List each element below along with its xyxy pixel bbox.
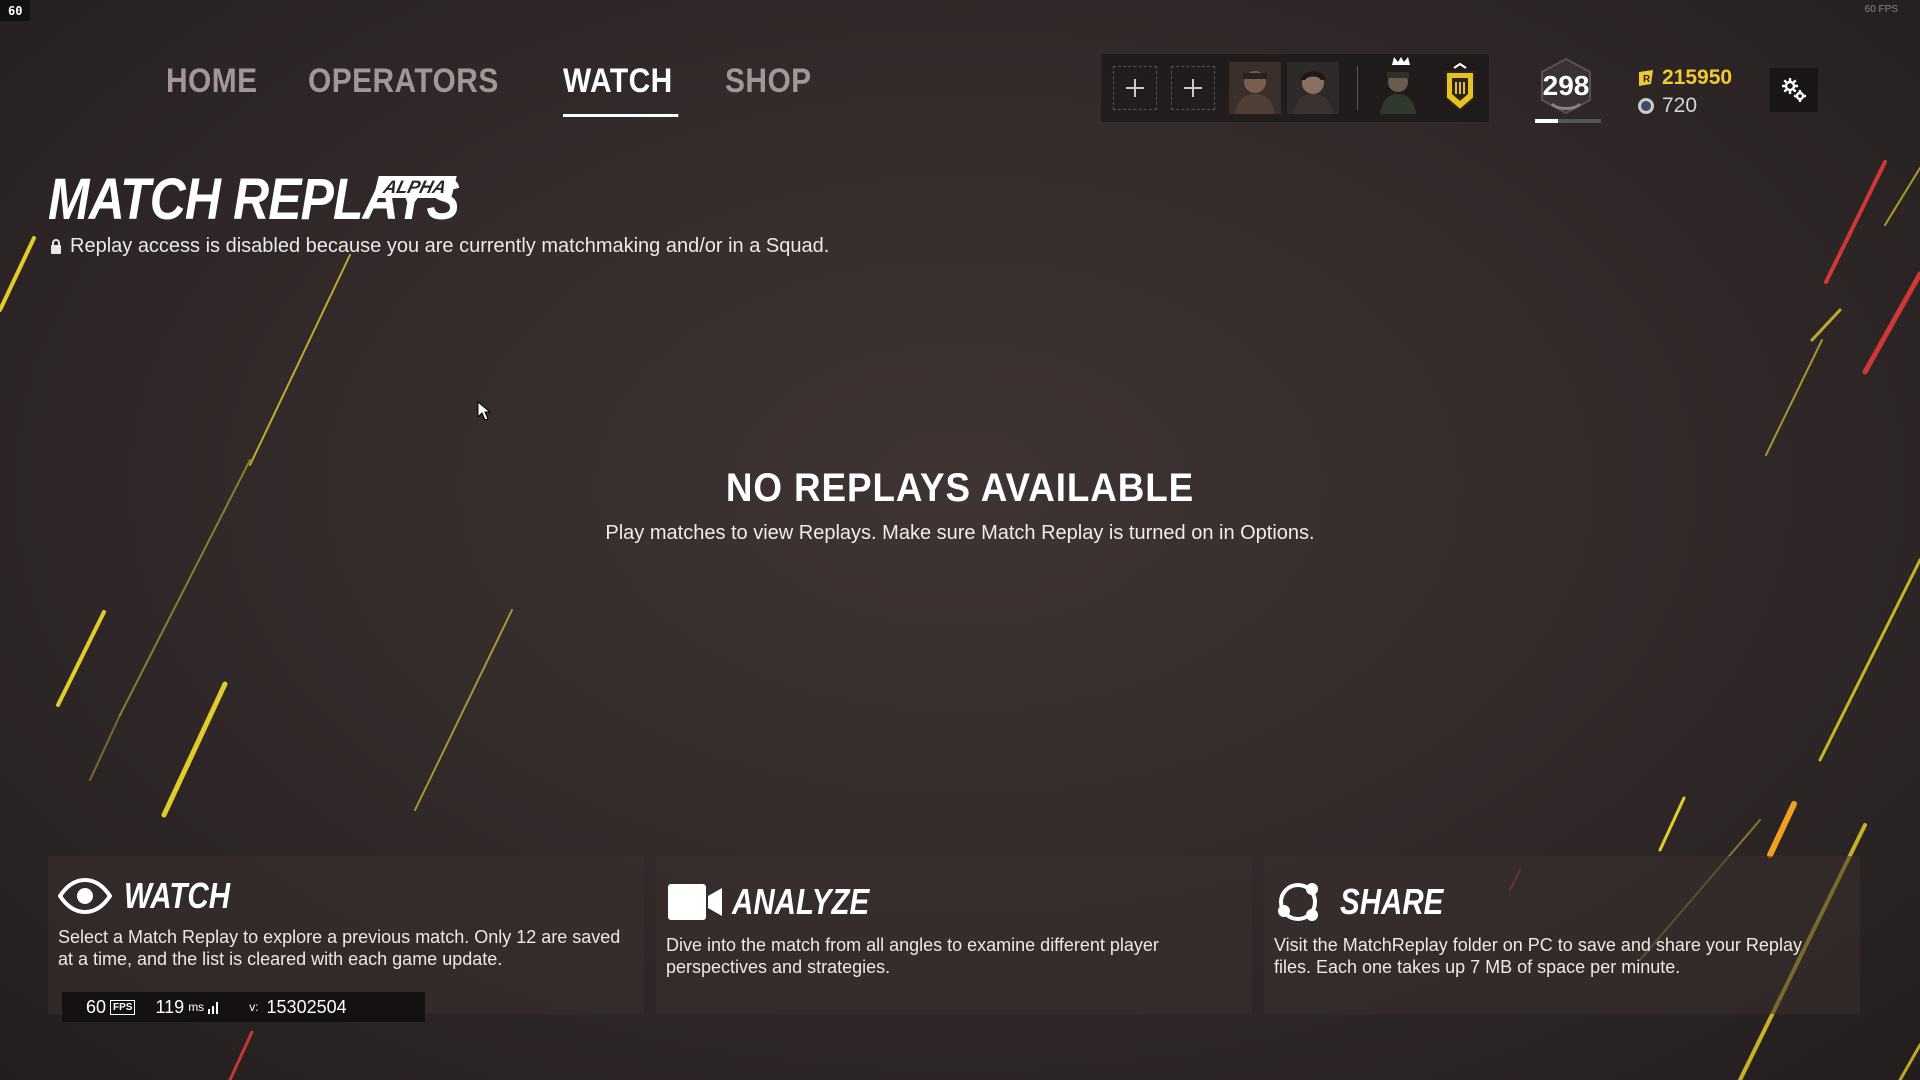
card-header: ANALYZE [666, 880, 1240, 924]
main-nav: HOME OPERATORS WATCH SHOP [166, 62, 862, 117]
squad-bar [1100, 53, 1490, 123]
nav-watch[interactable]: WATCH [562, 62, 678, 117]
perf-fps-value: 60 [86, 996, 107, 1017]
r6-credits-icon [1636, 96, 1656, 116]
performance-overlay: 60 FPS 119 ms v: 15302504 [62, 992, 425, 1022]
party-leader-crown-icon [1392, 57, 1410, 65]
feature-card-watch: WATCH Select a Match Replay to explore a… [48, 856, 644, 1014]
rank-shield-icon [1445, 62, 1475, 112]
rank-badge[interactable] [1440, 62, 1480, 114]
operator-portrait[interactable] [1287, 62, 1339, 114]
card-title: SHARE [1340, 881, 1444, 922]
card-description: Visit the MatchReplay folder on PC to sa… [1274, 935, 1802, 977]
card-header: WATCH [58, 874, 632, 918]
signal-bars-icon [208, 1002, 219, 1014]
empty-state-subtitle: Play matches to view Replays. Make sure … [605, 522, 1315, 544]
mouse-cursor-icon [477, 401, 491, 421]
invite-slot-2[interactable] [1171, 66, 1215, 110]
operator-portrait[interactable] [1229, 62, 1281, 114]
perf-fps-label: FPS [110, 999, 136, 1015]
eye-icon [58, 874, 116, 918]
player-portrait[interactable] [1372, 62, 1424, 114]
feature-cards: WATCH Select a Match Replay to explore a… [48, 856, 1860, 1014]
invite-slot-1[interactable] [1113, 66, 1157, 110]
player-level-badge[interactable]: 298 [1536, 56, 1596, 116]
card-description: Dive into the match from all angles to e… [666, 935, 1159, 977]
alpha-badge: ALPHA [373, 176, 457, 198]
nav-operators[interactable]: OPERATORS [308, 62, 499, 111]
replay-disabled-notice: Replay access is disabled because you ar… [50, 235, 829, 258]
level-progress-bar [1535, 119, 1601, 123]
fps-tiny-label: 60 FPS [1864, 4, 1898, 15]
plus-icon [1184, 79, 1202, 97]
perf-version-label: v: [249, 1000, 259, 1014]
fps-counter: 60 [0, 0, 31, 21]
settings-button[interactable] [1770, 68, 1818, 112]
feature-card-analyze: ANALYZE Dive into the match from all ang… [656, 856, 1252, 1014]
lock-icon [50, 239, 62, 254]
nav-home[interactable]: HOME [166, 62, 258, 111]
operator-portrait-icon [1229, 62, 1281, 114]
card-title: WATCH [124, 875, 231, 916]
perf-version: 15302504 [266, 996, 347, 1017]
empty-state-title: NO REPLAYS AVAILABLE [725, 466, 1195, 510]
perf-ping-unit: ms [188, 1000, 205, 1014]
currency-panel: R 215950 720 [1636, 64, 1732, 120]
card-title: ANALYZE [732, 881, 870, 922]
svg-text:R: R [1643, 74, 1651, 85]
card-header: SHARE [1274, 880, 1848, 924]
share-icon [1274, 880, 1332, 924]
operator-portrait-icon [1287, 62, 1339, 114]
renown-icon: R [1636, 68, 1656, 88]
level-progress-fill [1535, 119, 1559, 123]
nav-shop[interactable]: SHOP [725, 62, 812, 111]
squad-divider [1357, 66, 1358, 110]
card-description: Select a Match Replay to explore a previ… [58, 927, 621, 969]
player-avatar-icon [1380, 72, 1416, 114]
r6-credits-row: 720 [1636, 92, 1732, 120]
player-level: 298 [1542, 70, 1590, 101]
gear-icon [1782, 78, 1806, 102]
perf-ping-value: 119 [155, 996, 185, 1017]
notice-text: Replay access is disabled because you ar… [70, 235, 830, 257]
r6-credits-value: 720 [1662, 94, 1698, 117]
plus-icon [1126, 79, 1144, 97]
renown-row: R 215950 [1636, 64, 1732, 92]
video-camera-icon [666, 880, 724, 924]
renown-value: 215950 [1662, 66, 1733, 89]
feature-card-share: SHARE Visit the MatchReplay folder on PC… [1264, 856, 1860, 1014]
